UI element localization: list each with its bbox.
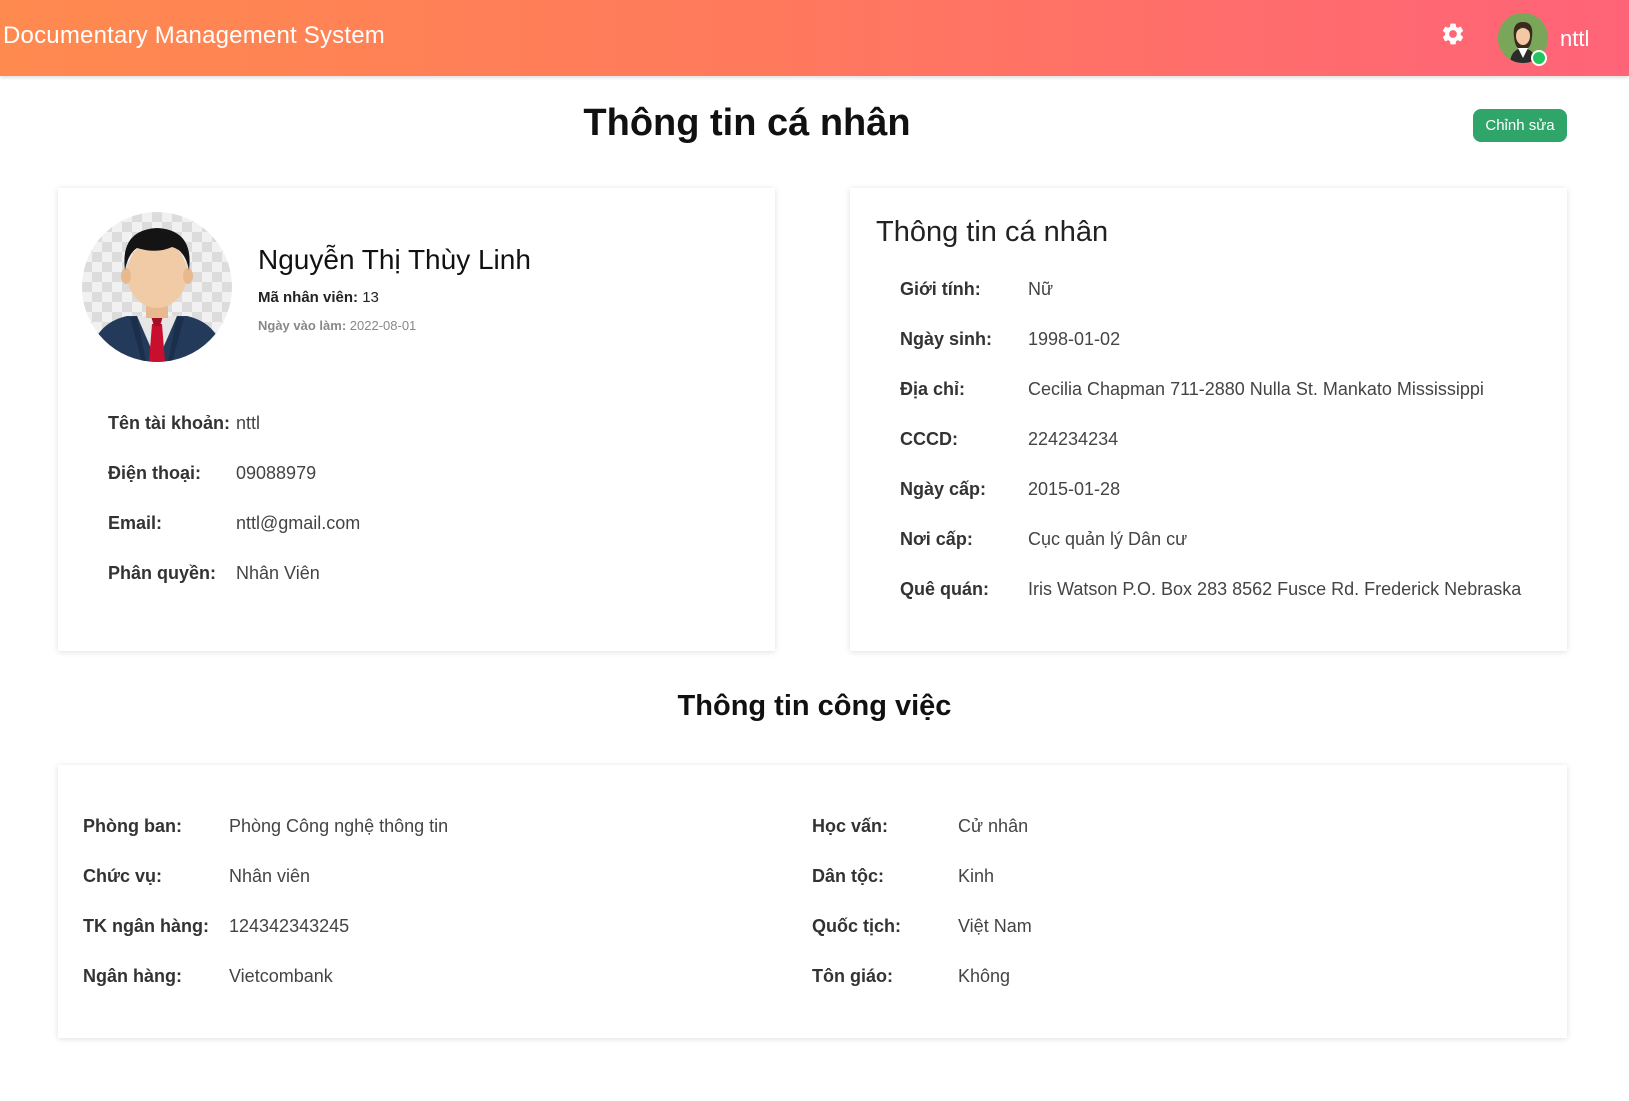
join-date: Ngày vào làm: 2022-08-01 bbox=[258, 318, 416, 333]
app-title[interactable]: Documentary Management System bbox=[3, 22, 385, 50]
issue-place-value: Cục quản lý Dân cư bbox=[1028, 529, 1188, 549]
profile-avatar bbox=[82, 212, 232, 362]
email-value: nttl@gmail.com bbox=[236, 513, 361, 533]
nationality-label: Quốc tịch: bbox=[812, 916, 901, 936]
work-info-heading: Thông tin công việc bbox=[677, 690, 952, 722]
bank-label: Ngân hàng: bbox=[83, 966, 182, 986]
join-date-label: Ngày vào làm: bbox=[258, 318, 347, 333]
person-avatar-icon bbox=[90, 228, 224, 362]
online-status-badge bbox=[1531, 50, 1547, 66]
address-label: Địa chỉ: bbox=[900, 379, 966, 399]
gear-icon[interactable] bbox=[1440, 21, 1466, 47]
join-date-value: 2022-08-01 bbox=[349, 318, 417, 333]
position-value: Nhân viên bbox=[229, 866, 311, 886]
bank-value: Vietcombank bbox=[229, 966, 333, 986]
religion-label: Tôn giáo: bbox=[812, 966, 893, 986]
issue-place-label: Nơi cấp: bbox=[900, 529, 973, 549]
gender-label: Giới tính: bbox=[900, 279, 981, 299]
id-card-label: CCCD: bbox=[900, 429, 958, 449]
phone-label: Điện thoại: bbox=[108, 463, 201, 483]
issue-date-label: Ngày cấp: bbox=[900, 479, 987, 499]
employee-id-label: Mã nhân viên: bbox=[258, 289, 359, 306]
employee-full-name: Nguyễn Thị Thùy Linh bbox=[258, 244, 531, 275]
birthday-label: Ngày sinh: bbox=[900, 329, 993, 349]
role-label: Phân quyền: bbox=[108, 563, 217, 583]
employee-id-value: 13 bbox=[362, 289, 379, 306]
department-label: Phòng ban: bbox=[83, 816, 182, 836]
personal-info-heading: Thông tin cá nhân bbox=[876, 216, 1109, 248]
ethnicity-value: Kinh bbox=[958, 866, 995, 886]
account-value: nttl bbox=[236, 413, 261, 433]
hometown-label: Quê quán: bbox=[900, 579, 989, 599]
gender-value: Nữ bbox=[1028, 279, 1054, 299]
personal-info-card: Thông tin cá nhân Giới tính: Nữ Ngày sin… bbox=[850, 188, 1567, 651]
work-info-card: Phòng ban: Phòng Công nghệ thông tin Chứ… bbox=[58, 765, 1567, 1038]
address-value: Cecilia Chapman 711-2880 Nulla St. Manka… bbox=[1028, 379, 1484, 399]
nationality-value: Việt Nam bbox=[958, 916, 1032, 936]
username-label[interactable]: nttl bbox=[1560, 26, 1589, 52]
email-label: Email: bbox=[108, 513, 163, 533]
top-navbar: Documentary Management System nttl bbox=[0, 0, 1629, 76]
employee-id: Mã nhân viên: 13 bbox=[258, 289, 379, 306]
issue-date-value: 2015-01-28 bbox=[1028, 479, 1121, 499]
profile-card: Nguyễn Thị Thùy Linh Mã nhân viên: 13 Ng… bbox=[58, 188, 775, 651]
hometown-value: Iris Watson P.O. Box 283 8562 Fusce Rd. … bbox=[1028, 579, 1522, 599]
education-label: Học vấn: bbox=[812, 816, 889, 836]
education-value: Cử nhân bbox=[958, 816, 1029, 836]
bank-account-value: 124342343245 bbox=[229, 916, 350, 936]
page-title: Thông tin cá nhân bbox=[583, 102, 911, 144]
edit-button[interactable]: Chỉnh sửa bbox=[1473, 109, 1567, 142]
department-value: Phòng Công nghệ thông tin bbox=[229, 816, 449, 836]
ethnicity-label: Dân tộc: bbox=[812, 866, 884, 886]
religion-value: Không bbox=[958, 966, 1011, 986]
phone-value: 09088979 bbox=[236, 463, 317, 483]
role-value: Nhân Viên bbox=[236, 563, 320, 583]
bank-account-label: TK ngân hàng: bbox=[83, 916, 209, 936]
position-label: Chức vụ: bbox=[83, 866, 163, 886]
id-card-value: 224234234 bbox=[1028, 429, 1119, 449]
account-label: Tên tài khoản: bbox=[108, 413, 231, 433]
birthday-value: 1998-01-02 bbox=[1028, 329, 1121, 349]
